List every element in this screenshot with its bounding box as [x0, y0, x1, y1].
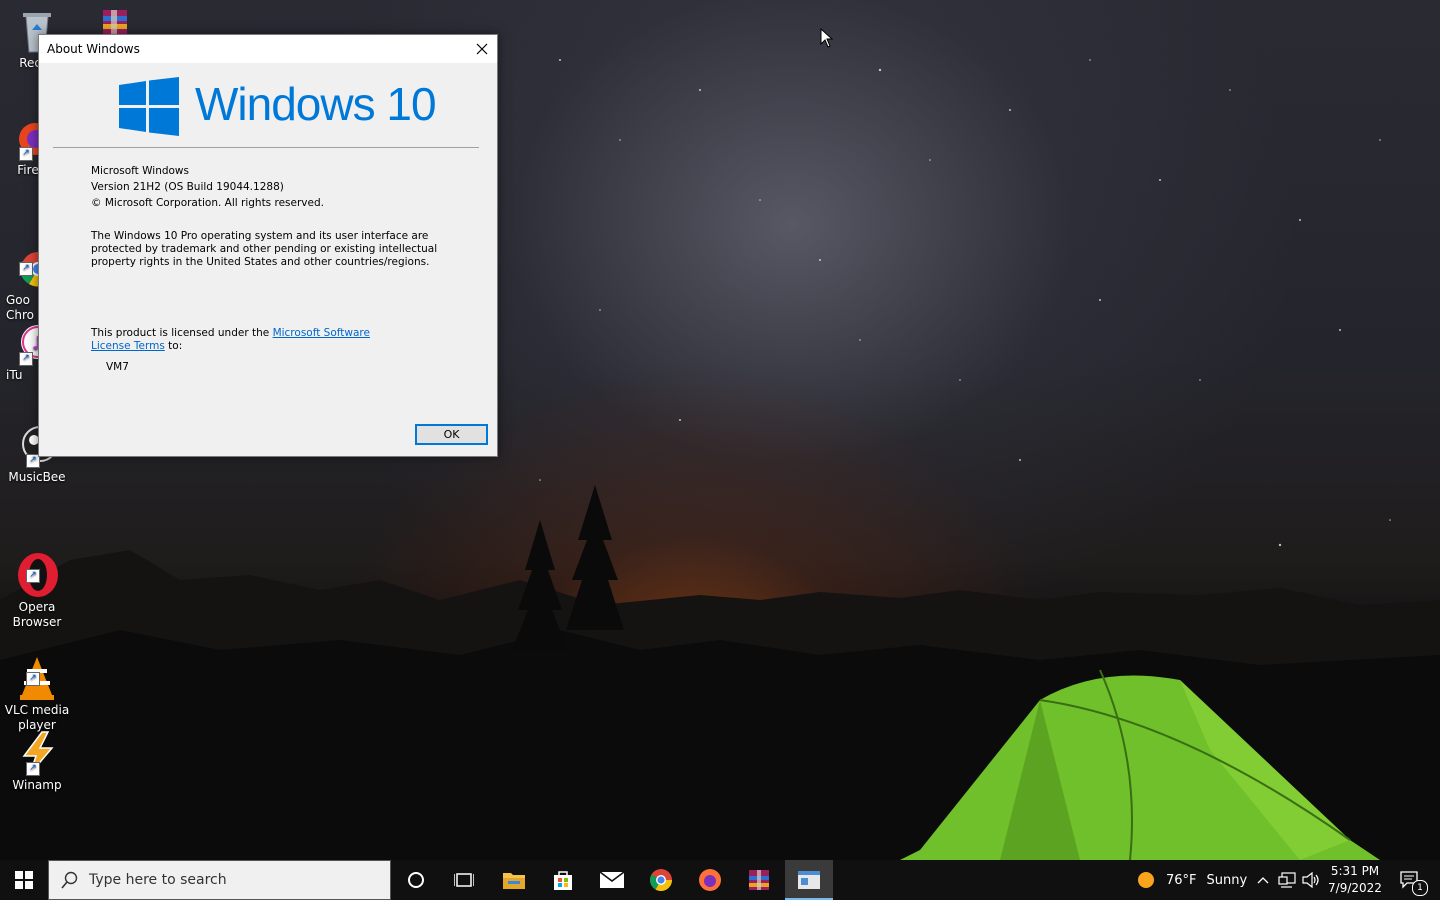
taskbar-store[interactable]	[539, 860, 587, 900]
clock[interactable]: 5:31 PM 7/9/2022	[1326, 860, 1384, 900]
close-icon	[476, 43, 488, 55]
weather-widget[interactable]: 76°F Sunny	[1130, 860, 1250, 900]
cortana-button[interactable]	[392, 860, 440, 900]
about-windows-icon	[798, 871, 820, 889]
cortana-icon	[408, 872, 424, 888]
search-icon	[61, 871, 78, 889]
mouse-cursor-icon	[820, 28, 834, 48]
mail-icon	[600, 871, 624, 888]
task-view-icon	[454, 873, 474, 887]
product-name: Microsoft Windows	[91, 165, 189, 177]
shortcut-arrow-icon: ↗	[26, 672, 40, 686]
desktop-icon-winamp[interactable]: ↗ Winamp	[0, 730, 75, 793]
weather-temp: 76°F	[1166, 872, 1197, 888]
dialog-titlebar[interactable]: About Windows	[39, 35, 497, 63]
notification-count-badge: 1	[1412, 880, 1428, 896]
divider	[53, 147, 479, 148]
about-windows-dialog: About Windows Windows 10 Microsoft Windo…	[38, 34, 498, 457]
licensee: VM7	[106, 361, 129, 373]
task-view-button[interactable]	[440, 860, 488, 900]
taskbar-firefox[interactable]	[686, 860, 734, 900]
description: The Windows 10 Pro operating system and …	[91, 230, 438, 268]
clock-time: 5:31 PM	[1330, 864, 1380, 878]
ok-button[interactable]: OK	[415, 424, 488, 445]
vlc-icon: ↗	[14, 640, 60, 700]
winrar-icon	[749, 870, 769, 890]
taskbar-chrome[interactable]	[637, 860, 685, 900]
search-box[interactable]: Type here to search	[48, 860, 391, 900]
license-text: This product is licensed under the Micro…	[91, 327, 370, 352]
weather-desc: Sunny	[1206, 872, 1248, 888]
search-placeholder: Type here to search	[89, 872, 227, 888]
copyright: © Microsoft Corporation. All rights rese…	[91, 197, 324, 209]
shortcut-arrow-icon: ↗	[19, 262, 33, 276]
shortcut-arrow-icon: ↗	[19, 352, 33, 366]
file-explorer-icon	[503, 873, 525, 889]
network-icon	[1278, 872, 1296, 888]
green-tent	[900, 669, 1380, 860]
winamp-icon: ↗	[14, 730, 60, 776]
start-button[interactable]	[0, 860, 48, 900]
chrome-icon	[650, 869, 672, 891]
taskbar-mail[interactable]	[588, 860, 636, 900]
windows-10-wordmark: Windows 10	[195, 78, 437, 130]
network-button[interactable]	[1276, 860, 1298, 900]
dialog-title: About Windows	[47, 42, 140, 56]
sun-icon	[1138, 872, 1154, 888]
taskbar-about-windows[interactable]	[785, 860, 833, 900]
close-button[interactable]	[467, 35, 497, 63]
store-icon	[554, 871, 572, 890]
taskbar-winrar[interactable]	[735, 860, 783, 900]
windows-logo: Windows 10	[119, 75, 449, 136]
shortcut-arrow-icon: ↗	[26, 569, 40, 583]
version-info: Version 21H2 (OS Build 19044.1288)	[91, 181, 284, 193]
windows-start-icon	[15, 871, 33, 889]
opera-icon: ↗	[14, 537, 60, 597]
chevron-up-icon	[1257, 877, 1269, 884]
action-center-button[interactable]: 1	[1390, 860, 1430, 900]
shortcut-arrow-icon: ↗	[26, 762, 40, 776]
volume-button[interactable]	[1300, 860, 1322, 900]
taskbar: Type here to search 76°F Sunny 5:31 PM 7…	[0, 860, 1440, 900]
clock-date: 7/9/2022	[1328, 881, 1382, 895]
speaker-icon	[1302, 872, 1319, 888]
shortcut-arrow-icon: ↗	[19, 147, 33, 161]
winrar-icon	[89, 8, 135, 36]
windows-flag-icon	[119, 77, 179, 136]
taskbar-file-explorer[interactable]	[490, 860, 538, 900]
firefox-icon	[699, 869, 721, 891]
show-hidden-icons-button[interactable]	[1252, 860, 1274, 900]
